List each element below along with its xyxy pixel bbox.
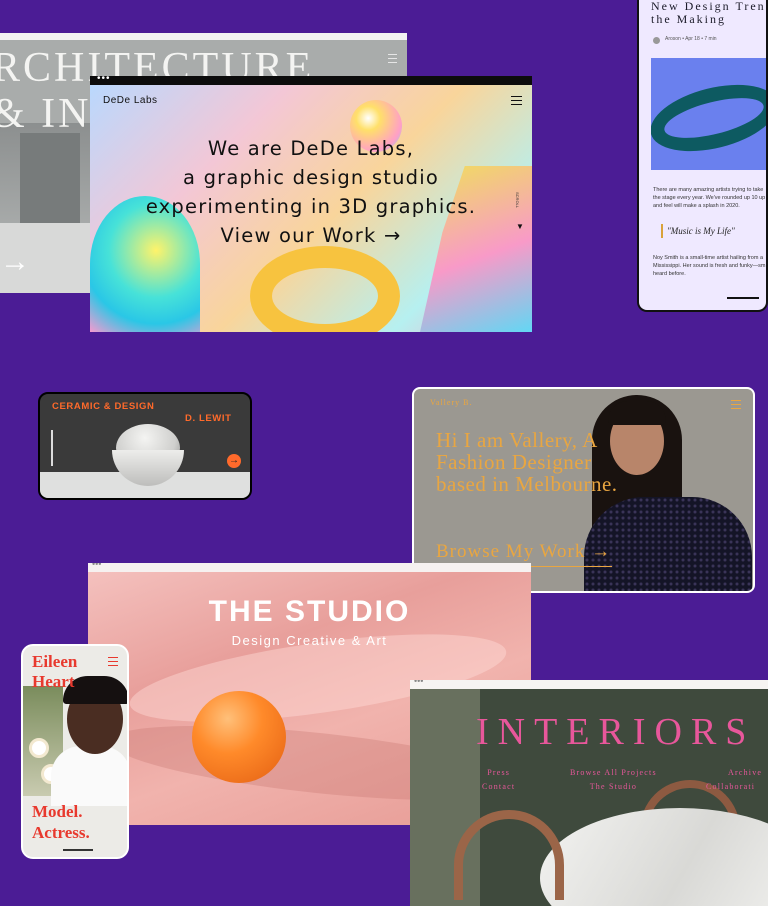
browser-bar: ••• <box>88 563 531 572</box>
nav-link-browse-projects[interactable]: Browse All Projects <box>570 766 657 780</box>
browser-bar <box>0 33 407 40</box>
menu-icon[interactable] <box>731 400 741 409</box>
model-name: Eileen Heart <box>32 652 78 691</box>
article-image <box>651 58 766 170</box>
nav-link-contact[interactable]: Contact <box>482 780 515 794</box>
arrow-down-icon[interactable]: ▼ <box>516 222 524 231</box>
home-indicator <box>727 297 759 299</box>
studio-title: THE STUDIO <box>208 595 411 628</box>
nav-link-press[interactable]: Press <box>482 766 515 780</box>
orange-image <box>192 691 286 783</box>
author-avatar <box>653 37 660 44</box>
home-indicator <box>63 849 93 851</box>
site-logo[interactable]: DeDe Labs <box>103 95 158 106</box>
nav-link-collaborations[interactable]: Collaborati <box>706 780 762 794</box>
design-trends-mobile-preview[interactable]: New Design Tren the Making Aroson • Apr … <box>637 0 768 312</box>
designer-name: D. LEWIT <box>185 413 232 424</box>
hero-heading: Hi I am Vallery, A Fashion Designer base… <box>436 428 618 496</box>
flower <box>29 738 49 758</box>
nav-column-1: Press Contact <box>482 766 515 794</box>
article-paragraph: There are many amazing artists trying to… <box>653 187 766 209</box>
browser-bar: ••• <box>90 76 532 85</box>
menu-icon[interactable] <box>108 657 118 666</box>
interiors-title: INTERIORS <box>476 711 756 753</box>
browser-bar: ••• <box>410 680 768 689</box>
browse-work-link[interactable]: Browse My Work → <box>436 541 611 563</box>
article-quote: "Music is My Life" <box>667 226 735 236</box>
marble-table-image <box>540 808 768 906</box>
studio-subtitle: Design Creative & Art <box>231 633 388 648</box>
article-paragraph-2: Noy Smith is a small-time artist hailing… <box>653 255 766 277</box>
bangs <box>608 401 666 425</box>
nav-column-3: Archive Collaborati <box>706 766 762 794</box>
window-dots-icon: ••• <box>92 563 102 569</box>
ceramic-title: CERAMIC & DESIGN <box>52 401 155 412</box>
scroll-indicator-text: SCROLL <box>515 192 520 209</box>
nav-column-2: Browse All Projects The Studio <box>570 766 657 794</box>
site-logo[interactable]: Vallery B. <box>430 398 472 407</box>
hero-heading: We are DeDe Labs, a graphic design studi… <box>90 134 532 250</box>
model-shirt <box>51 746 127 806</box>
menu-icon[interactable] <box>511 96 522 105</box>
window-dots-icon: ••• <box>97 76 111 84</box>
window-dots-icon: ••• <box>414 680 424 686</box>
nav-link-the-studio[interactable]: The Studio <box>570 780 657 794</box>
article-title: New Design Tren the Making <box>651 0 766 26</box>
3d-ring-shape <box>651 73 766 163</box>
menu-icon[interactable] <box>388 54 397 63</box>
view-work-link[interactable]: View our Work → <box>90 221 532 250</box>
article-meta: Aroson • Apr 18 • 7 min <box>665 36 717 42</box>
arrow-right-icon[interactable]: → <box>0 247 30 277</box>
interiors-site-preview[interactable]: ••• INTERIORS Press Contact Browse All P… <box>410 680 768 906</box>
dede-labs-site-preview[interactable]: ••• DeDe Labs We are DeDe Labs, a graphi… <box>90 76 532 332</box>
nav-link-archive[interactable]: Archive <box>706 766 762 780</box>
ceramic-design-mobile-preview[interactable]: CERAMIC & DESIGN D. LEWIT → <box>38 392 252 500</box>
quote-bar <box>661 224 663 238</box>
arrow-right-button[interactable]: → <box>227 454 241 468</box>
eileen-heart-mobile-preview[interactable]: Eileen Heart Model. Actress. <box>21 644 129 859</box>
model-tagline: Model. Actress. <box>32 802 90 842</box>
divider <box>51 430 53 466</box>
3d-ring-shape <box>250 246 400 332</box>
